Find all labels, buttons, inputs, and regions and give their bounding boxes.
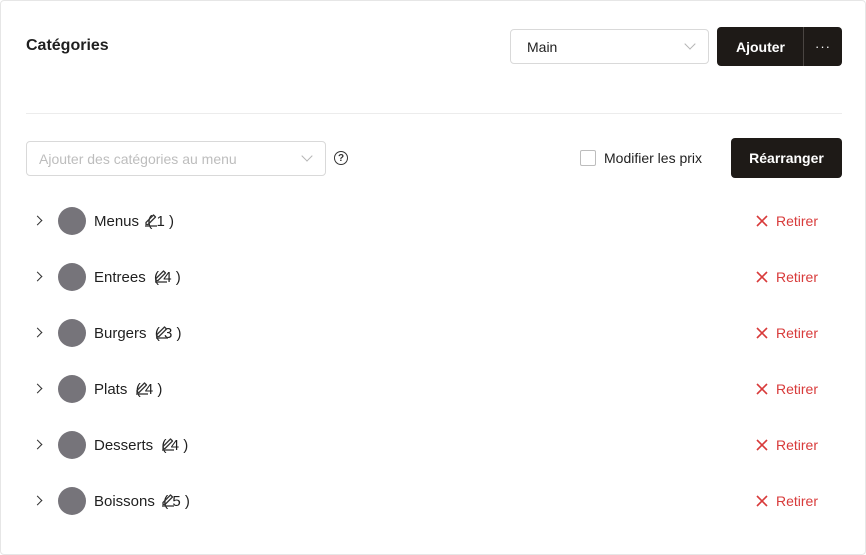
category-row[interactable]: Boissons ( 5 ) Retirer <box>26 474 842 530</box>
category-name-text: Plats <box>94 381 128 398</box>
category-row[interactable]: Plats ( 4 ) Retirer <box>26 362 842 418</box>
remove-button[interactable]: Retirer <box>756 269 818 285</box>
add-categories-select[interactable]: Ajouter des catégories au menu <box>26 141 326 176</box>
edit-prices-label[interactable]: Modifier les prix <box>604 150 702 166</box>
chevron-down-icon <box>301 150 313 162</box>
close-icon <box>756 383 768 395</box>
menu-select[interactable]: Main <box>510 29 709 64</box>
category-avatar <box>58 375 86 403</box>
remove-button[interactable]: Retirer <box>756 437 818 453</box>
category-name-text: Entrees <box>94 269 146 286</box>
chevron-right-icon[interactable] <box>32 327 43 338</box>
chevron-right-icon[interactable] <box>32 495 43 506</box>
category-row[interactable]: Desserts ( 4 ) Retirer <box>26 418 842 474</box>
pencil-icon[interactable] <box>143 211 159 227</box>
remove-label: Retirer <box>775 381 818 397</box>
category-name-text: Burgers <box>94 325 147 342</box>
remove-label: Retirer <box>775 437 818 453</box>
remove-label: Retirer <box>775 325 818 341</box>
pencil-icon[interactable] <box>154 323 170 339</box>
chevron-right-icon[interactable] <box>32 383 43 394</box>
edit-prices-checkbox[interactable] <box>580 150 596 166</box>
remove-button[interactable]: Retirer <box>756 493 818 509</box>
divider <box>26 113 842 114</box>
chevron-right-icon[interactable] <box>32 271 43 282</box>
remove-button[interactable]: Retirer <box>756 325 818 341</box>
category-avatar <box>58 319 86 347</box>
add-button[interactable]: Ajouter <box>717 27 804 66</box>
close-icon <box>756 439 768 451</box>
pencil-icon[interactable] <box>160 491 176 507</box>
remove-label: Retirer <box>775 493 818 509</box>
add-categories-placeholder: Ajouter des catégories au menu <box>39 150 237 167</box>
category-name-text: Desserts <box>94 437 154 454</box>
category-avatar <box>58 263 86 291</box>
category-name: Menus ( 1 ) <box>94 213 174 230</box>
pencil-icon[interactable] <box>153 267 169 283</box>
chevron-right-icon[interactable] <box>32 439 43 450</box>
category-name: Plats ( 4 ) <box>94 381 162 398</box>
category-name-text: Boissons <box>94 493 155 510</box>
category-row[interactable]: Burgers ( 3 ) Retirer <box>26 306 842 362</box>
close-icon <box>756 327 768 339</box>
category-row[interactable]: Menus ( 1 ) Retirer <box>26 194 842 250</box>
page-title: Catégories <box>26 37 109 54</box>
pencil-icon[interactable] <box>134 379 150 395</box>
rearrange-button[interactable]: Réarranger <box>731 138 842 178</box>
category-row[interactable]: Entrees ( 4 ) Retirer <box>26 250 842 306</box>
close-icon <box>756 271 768 283</box>
category-avatar <box>58 487 86 515</box>
categories-panel: Catégories Main Ajouter ··· Ajouter des … <box>0 0 866 555</box>
pencil-icon[interactable] <box>160 435 176 451</box>
category-name-text: Menus <box>94 213 140 230</box>
close-icon <box>756 215 768 227</box>
category-avatar <box>58 207 86 235</box>
category-avatar <box>58 431 86 459</box>
more-options-button[interactable]: ··· <box>803 27 842 66</box>
remove-button[interactable]: Retirer <box>756 213 818 229</box>
remove-label: Retirer <box>775 269 818 285</box>
chevron-down-icon <box>684 38 696 50</box>
remove-label: Retirer <box>775 213 818 229</box>
menu-select-value: Main <box>527 38 558 55</box>
chevron-right-icon[interactable] <box>32 215 43 226</box>
help-circle-icon[interactable]: ? <box>334 151 348 165</box>
remove-button[interactable]: Retirer <box>756 381 818 397</box>
close-icon <box>756 495 768 507</box>
